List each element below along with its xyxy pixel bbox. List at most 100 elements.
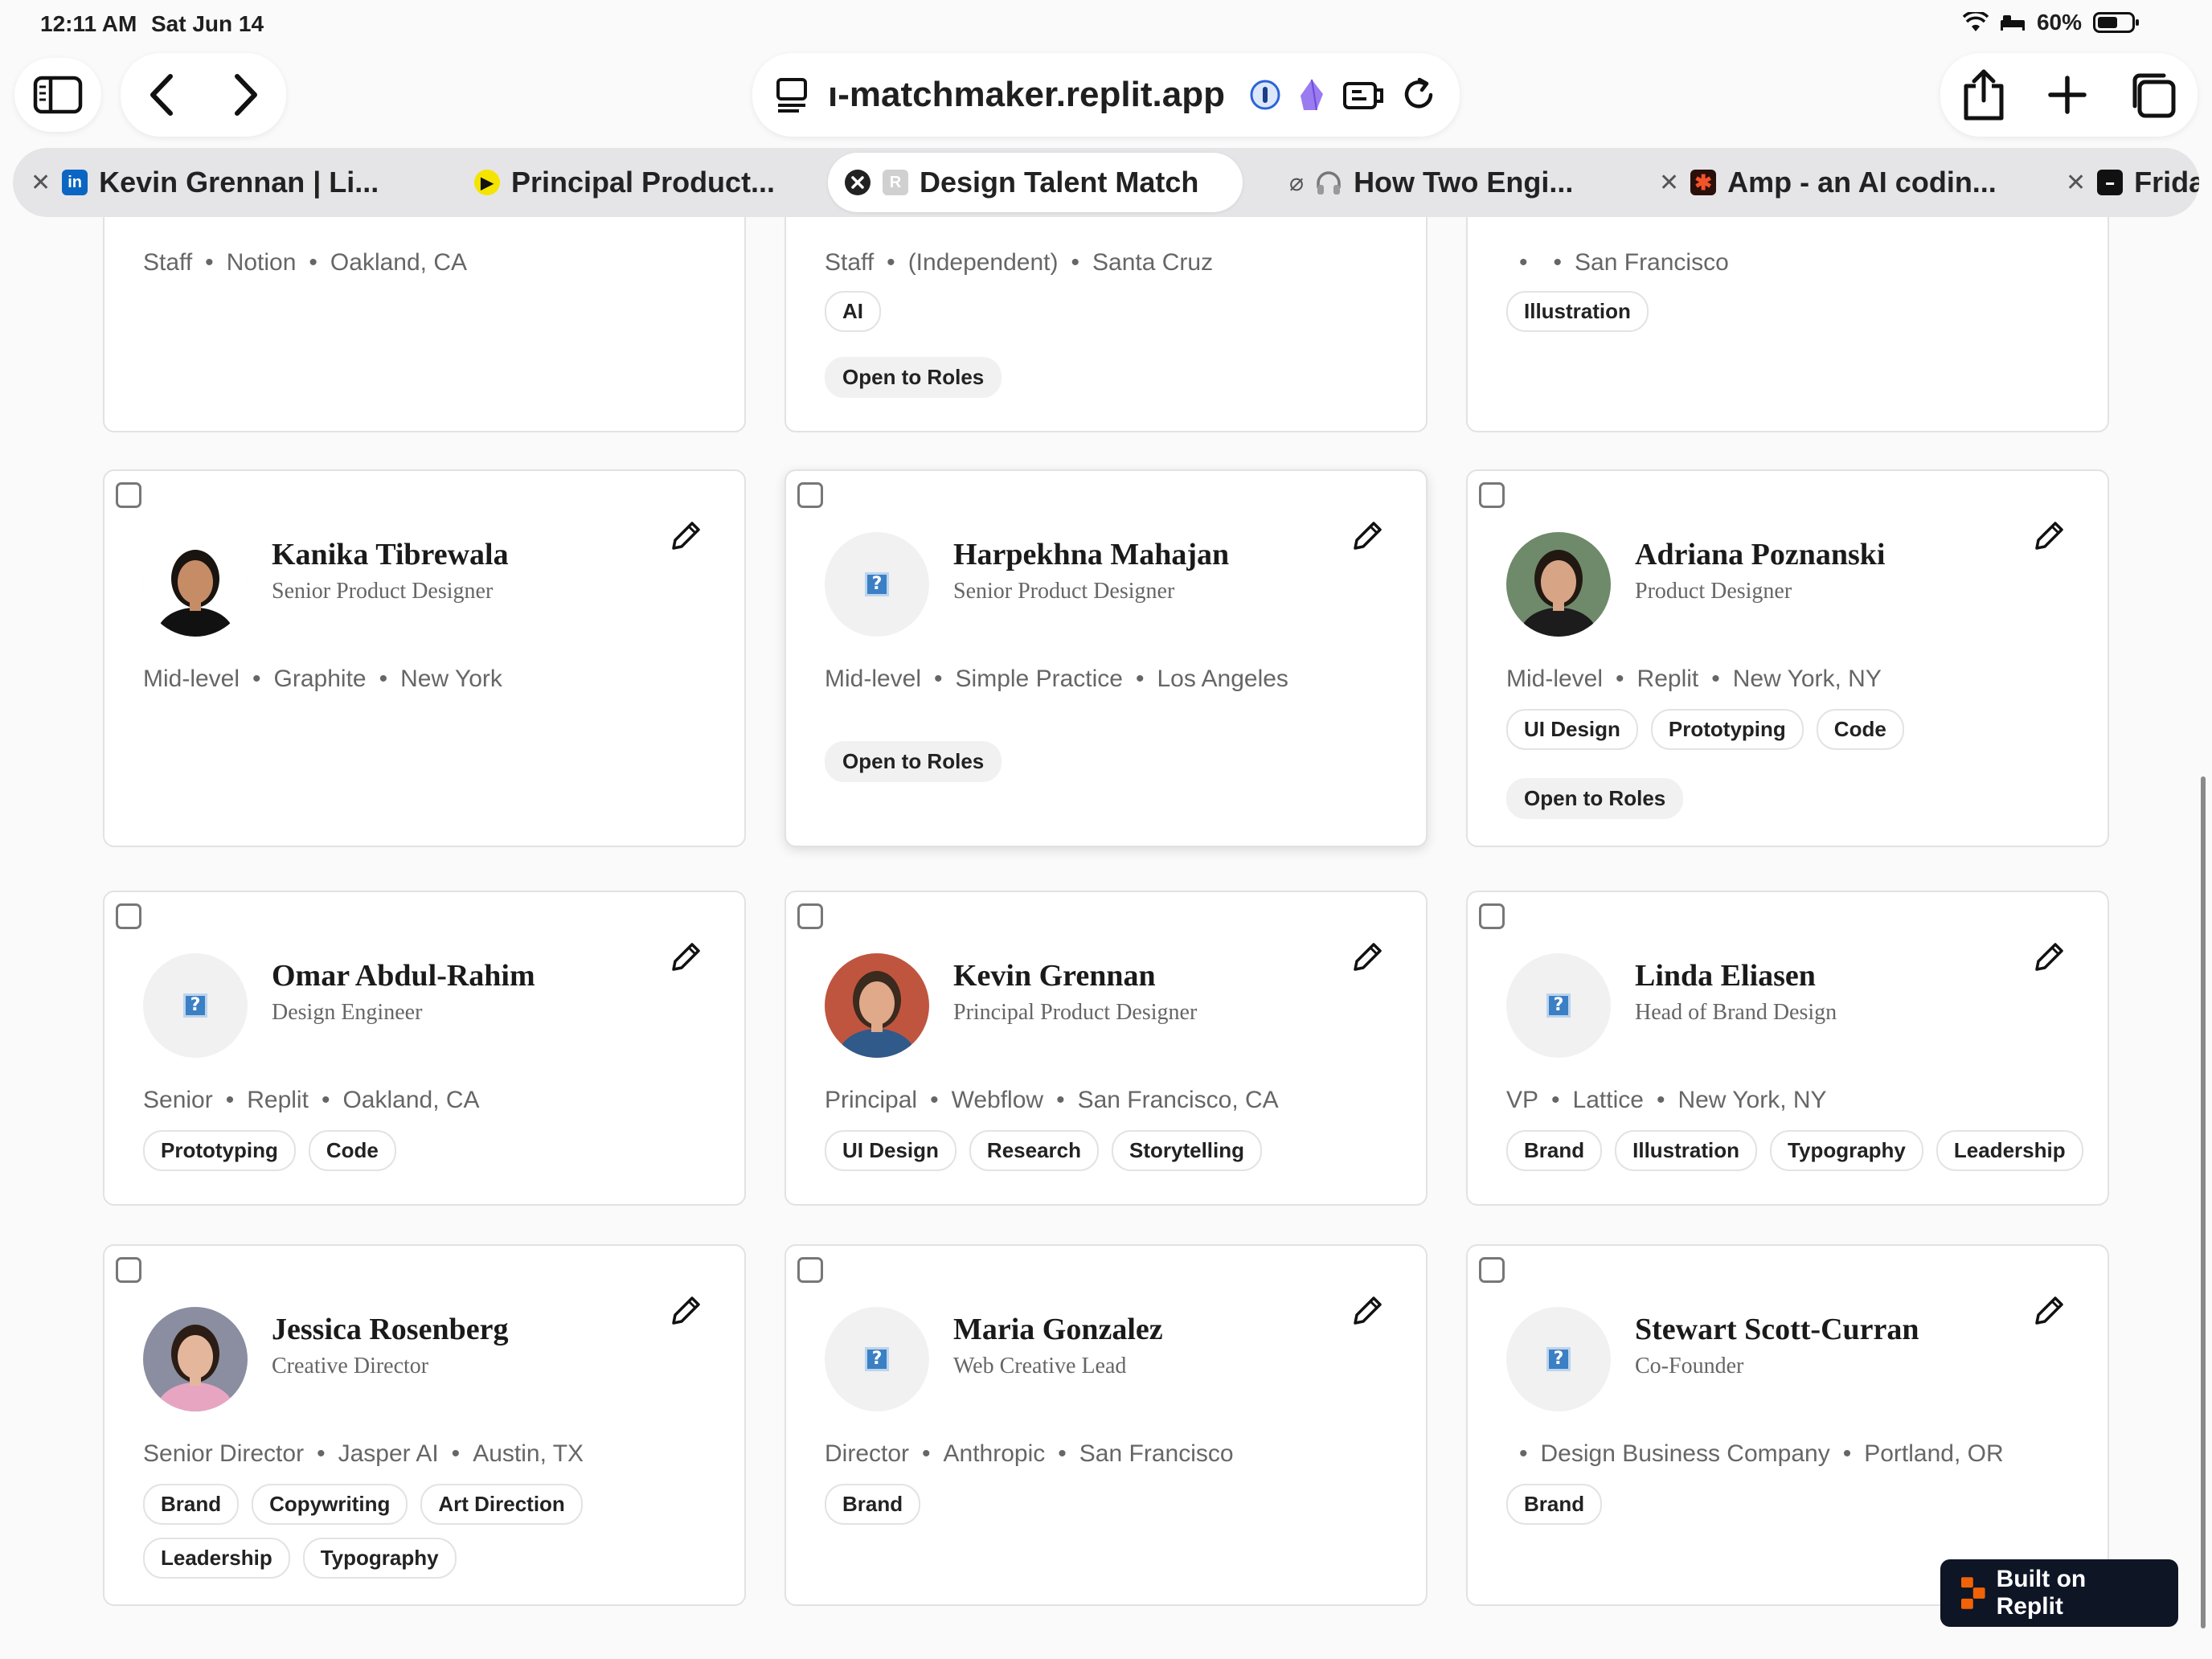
designer-card[interactable]: • • San Francisco Illustration <box>1466 217 2109 432</box>
back-icon[interactable] <box>146 73 178 117</box>
edit-pencil-icon[interactable] <box>670 940 703 973</box>
select-checkbox[interactable] <box>1479 1257 1505 1283</box>
extension-crystal-icon[interactable] <box>1297 78 1326 112</box>
new-tab-icon[interactable] <box>2047 75 2087 115</box>
designer-card[interactable]: Adriana Poznanski Product Designer Mid-lev… <box>1466 469 2109 847</box>
meta-separator: • <box>321 1087 330 1113</box>
edit-pencil-icon[interactable] <box>670 1294 703 1326</box>
meta-location: Los Angeles <box>1157 666 1288 692</box>
url-text[interactable]: ı-matchmaker.replit.app <box>828 75 1233 115</box>
meta-separator: • <box>1058 1440 1067 1467</box>
select-checkbox[interactable] <box>116 903 141 929</box>
designer-name[interactable]: Linda Eliasen <box>1635 958 1816 993</box>
designer-meta: • Design Business Company • Portland, OR <box>1506 1440 2004 1468</box>
share-icon[interactable] <box>1961 68 2006 121</box>
designer-name[interactable]: Omar Abdul-Rahim <box>272 958 535 993</box>
extension-icon[interactable] <box>1342 77 1384 113</box>
meta-location: San Francisco <box>1575 249 1729 276</box>
meta-separator: • <box>1656 1087 1665 1113</box>
built-on-replit-badge[interactable]: Built on Replit <box>1940 1559 2178 1627</box>
select-checkbox[interactable] <box>1479 482 1505 508</box>
scrollbar[interactable] <box>2201 776 2206 1628</box>
tab-design-talent-match[interactable]: R Design Talent Match <box>828 153 1243 212</box>
avatar: ? <box>1506 1307 1611 1411</box>
designer-card[interactable]: Staff • Notion • Oakland, CA <box>103 217 746 432</box>
avatar-photo <box>143 532 248 637</box>
designer-role: Principal Product Designer <box>953 1000 1198 1025</box>
designer-name[interactable]: Jessica Rosenberg <box>272 1312 508 1347</box>
meta-level: Staff <box>143 249 193 276</box>
edit-pencil-icon[interactable] <box>2034 940 2066 973</box>
meta-location: New York <box>400 666 502 692</box>
tab-kevin-grennan[interactable]: ✕ in Kevin Grennan | Li... <box>31 153 379 212</box>
designer-card[interactable]: Jessica Rosenberg Creative Director Senior… <box>103 1244 746 1606</box>
meta-level: Principal <box>825 1087 918 1113</box>
select-checkbox[interactable] <box>797 482 823 508</box>
tab-overview-icon[interactable] <box>2128 71 2177 119</box>
edit-pencil-icon[interactable] <box>2034 519 2066 551</box>
tab-how-two-engi[interactable]: ⌀ How Two Engi... <box>1289 153 1573 212</box>
tab-amp[interactable]: ✕ ✱ Amp - an AI codin... <box>1659 153 1997 212</box>
select-checkbox[interactable] <box>797 1257 823 1283</box>
page-menu-icon[interactable] <box>775 76 812 113</box>
skill-tag: Prototyping <box>143 1130 296 1171</box>
meta-separator: • <box>451 1440 461 1467</box>
designer-card[interactable]: ? Maria Gonzalez Web Creative Lead Director… <box>784 1244 1428 1606</box>
designer-card[interactable]: Staff • (Independent) • Santa Cruz AI Open to … <box>784 217 1428 432</box>
tab-frida[interactable]: ✕ ▬ Frida <box>2066 153 2199 212</box>
edit-pencil-icon[interactable] <box>1352 1294 1384 1326</box>
sidebar-toggle-button[interactable] <box>14 58 101 132</box>
designer-name[interactable]: Kevin Grennan <box>953 958 1156 993</box>
designer-name[interactable]: Harpekhna Mahajan <box>953 537 1229 572</box>
tab-title: Frida <box>2134 166 2199 199</box>
designer-name[interactable]: Maria Gonzalez <box>953 1312 1163 1347</box>
designer-name[interactable]: Adriana Poznanski <box>1635 537 1885 572</box>
edit-pencil-icon[interactable] <box>670 519 703 551</box>
close-tab-icon[interactable]: ✕ <box>2066 169 2086 197</box>
select-checkbox[interactable] <box>116 482 141 508</box>
designer-card[interactable]: ? Stewart Scott-Curran Co-Founder • Design B… <box>1466 1244 2109 1606</box>
status-bar: 12:11 AM Sat Jun 14 60% <box>0 0 2212 51</box>
avatar <box>825 953 929 1058</box>
close-tab-icon[interactable]: ✕ <box>1659 169 1679 197</box>
skill-tag: Brand <box>1506 1484 1603 1525</box>
meta-separator: • <box>1071 249 1080 276</box>
designer-card[interactable]: ? Linda Eliasen Head of Brand Design VP • Lat… <box>1466 891 2109 1206</box>
skill-tags: Brand <box>825 1484 1403 1525</box>
edit-pencil-icon[interactable] <box>1352 519 1384 551</box>
broken-image-icon: ? <box>1546 993 1571 1018</box>
close-tab-icon[interactable]: ✕ <box>31 169 51 197</box>
meta-company: Jasper AI <box>338 1440 439 1467</box>
reload-icon[interactable] <box>1400 76 1437 113</box>
meta-separator: • <box>1135 666 1145 692</box>
tab-principal-product[interactable]: ▶ Principal Product... <box>474 153 775 212</box>
designer-card[interactable]: Kevin Grennan Principal Product Designer P… <box>784 891 1428 1206</box>
battery-percent: 60% <box>2036 10 2082 35</box>
address-bar[interactable]: ı-matchmaker.replit.app <box>752 53 1460 137</box>
designer-name[interactable]: Kanika Tibrewala <box>272 537 509 572</box>
forward-icon[interactable] <box>229 73 261 117</box>
skill-tags: Illustration <box>1506 291 2085 332</box>
designer-card[interactable]: Kanika Tibrewala Senior Product Designer M… <box>103 469 746 847</box>
designer-card[interactable]: ? Harpekhna Mahajan Senior Product Designe… <box>784 469 1428 847</box>
meta-level: Director <box>825 1440 910 1467</box>
password-manager-icon[interactable] <box>1249 79 1281 111</box>
close-tab-icon[interactable] <box>844 169 871 196</box>
designer-meta: • • San Francisco <box>1506 249 1729 276</box>
select-checkbox[interactable] <box>1479 903 1505 929</box>
open-to-roles-badge: Open to Roles <box>825 357 1002 398</box>
designer-name[interactable]: Stewart Scott-Curran <box>1635 1312 1919 1347</box>
designer-grid: Staff • Notion • Oakland, CA Staff • (Independe… <box>0 217 2212 1659</box>
select-checkbox[interactable] <box>116 1257 141 1283</box>
designer-meta: Principal • Webflow • San Francisco, CA <box>825 1087 1279 1114</box>
skill-tag: Typography <box>1770 1130 1923 1171</box>
skill-tag: Illustration <box>1615 1130 1758 1171</box>
skill-tags: Brand Copywriting Art Direction Leadership T… <box>143 1484 722 1579</box>
edit-pencil-icon[interactable] <box>1352 940 1384 973</box>
select-checkbox[interactable] <box>797 903 823 929</box>
designer-card[interactable]: ? Omar Abdul-Rahim Design Engineer Senior • R… <box>103 891 746 1206</box>
tab-title: How Two Engi... <box>1354 166 1574 199</box>
edit-pencil-icon[interactable] <box>2034 1294 2066 1326</box>
meta-separator: • <box>930 1087 939 1113</box>
headphones-icon <box>1317 171 1341 195</box>
